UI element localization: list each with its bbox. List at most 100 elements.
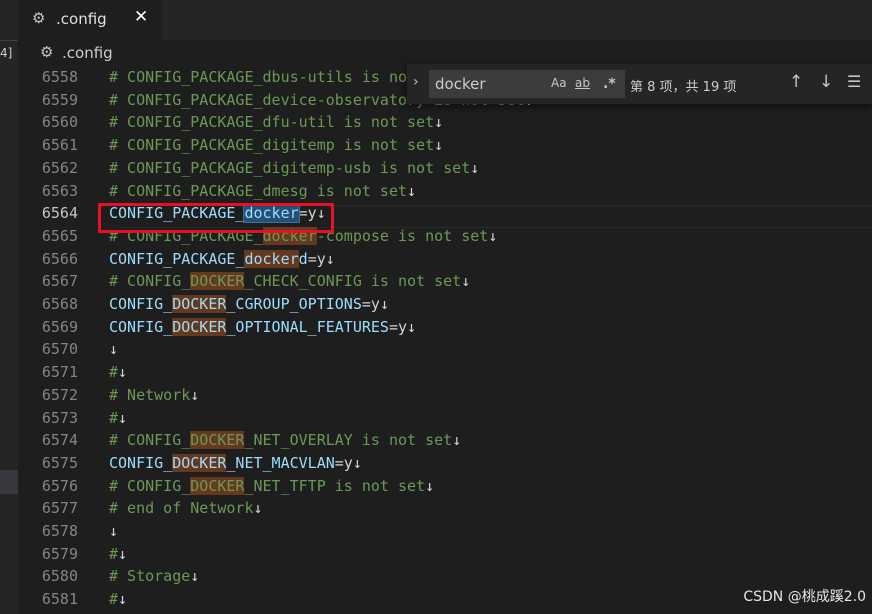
code-token: ↓: [253, 499, 263, 518]
code-token: # CONFIG_PACKAGE_digitemp is not set: [109, 136, 435, 155]
code-editor[interactable]: 6558 # CONFIG_PACKAGE_dbus-utils is not s…: [18, 66, 872, 614]
code-line[interactable]: 6578 ↓: [18, 520, 872, 543]
line-text[interactable]: # Storage↓: [109, 565, 199, 588]
line-text[interactable]: # CONFIG_PACKAGE_dmesg is not set↓: [109, 180, 416, 203]
code-line[interactable]: 6577 # end of Network↓: [18, 497, 872, 520]
code-line[interactable]: 6572 # Network↓: [18, 384, 872, 407]
line-number: 6579: [41, 544, 78, 563]
line-text[interactable]: CONFIG_DOCKER_NET_MACVLAN=y↓: [109, 452, 362, 475]
code-token: ↓: [118, 363, 128, 382]
line-text[interactable]: # CONFIG_PACKAGE_digitemp-usb is not set…: [109, 157, 479, 180]
code-token: _OPTIONAL_FEATURES: [226, 317, 389, 336]
code-token: #: [109, 408, 119, 427]
code-token: # CONFIG_PACKAGE_dfu-util is not set: [109, 113, 435, 132]
breadcrumb-label[interactable]: .config: [62, 44, 113, 62]
close-icon[interactable]: ✕: [134, 7, 148, 27]
breadcrumb[interactable]: ⚙ .config: [18, 40, 872, 66]
code-line[interactable]: 6571 #↓: [18, 361, 872, 384]
annotation-red-box: [98, 203, 334, 233]
code-line[interactable]: 6579 #↓: [18, 543, 872, 566]
line-text[interactable]: # CONFIG_PACKAGE_dbus-utils is not set: [109, 66, 452, 89]
code-line[interactable]: 6574 # CONFIG_DOCKER_NET_OVERLAY is not s…: [18, 429, 872, 452]
line-text[interactable]: ↓: [109, 338, 118, 361]
regex-toggle[interactable]: .*: [603, 76, 616, 92]
line-text[interactable]: #↓: [109, 361, 127, 384]
sidebar-divider: [0, 40, 18, 41]
code-token: =y: [361, 295, 380, 313]
code-line[interactable]: 6570 ↓: [18, 338, 872, 361]
gear-icon: ⚙: [32, 9, 46, 27]
line-number: 6580: [41, 567, 78, 586]
match-case-toggle[interactable]: Aa: [551, 76, 567, 90]
line-text[interactable]: # CONFIG_DOCKER_NET_TFTP is not set↓: [109, 475, 434, 498]
line-text[interactable]: # CONFIG_PACKAGE_dfu-util is not set↓: [109, 111, 443, 134]
watermark: CSDN @桃成蹊2.0: [743, 589, 866, 605]
line-number: 6576: [41, 476, 78, 495]
menu-lines-icon[interactable]: ☰: [847, 72, 861, 91]
code-token: _NET_OVERLAY is not set: [244, 431, 453, 450]
code-token: # CONFIG_: [109, 476, 191, 495]
code-line[interactable]: 6573 #↓: [18, 407, 872, 430]
code-line[interactable]: 6569 CONFIG_DOCKER_OPTIONAL_FEATURES=y↓: [18, 316, 872, 339]
code-token: # CONFIG_PACKAGE_digitemp-usb is not set: [109, 158, 471, 177]
chevron-right-icon[interactable]: ›: [413, 74, 419, 90]
code-line[interactable]: 6562 # CONFIG_PACKAGE_digitemp-usb is not…: [18, 157, 872, 180]
code-line[interactable]: 6563 # CONFIG_PACKAGE_dmesg is not set↓: [18, 180, 872, 203]
code-token: _NET_TFTP is not set: [244, 476, 426, 495]
code-token: -compose is not set: [316, 226, 489, 245]
code-token: ↓: [470, 158, 480, 177]
line-number: 6567: [41, 272, 78, 291]
code-line[interactable]: 6576 # CONFIG_DOCKER_NET_TFTP is not set↓: [18, 475, 872, 498]
line-number: 6575: [41, 453, 78, 472]
code-token: ↓: [434, 113, 444, 132]
code-token: # CONFIG_: [109, 431, 191, 450]
find-input[interactable]: [435, 74, 545, 94]
code-token: #: [109, 590, 119, 609]
code-line[interactable]: 6568 CONFIG_DOCKER_CGROUP_OPTIONS=y↓: [18, 293, 872, 316]
line-text[interactable]: CONFIG_DOCKER_CGROUP_OPTIONS=y↓: [109, 293, 389, 316]
line-text[interactable]: ↓: [109, 520, 118, 543]
code-token: ↓: [118, 544, 128, 563]
code-token: CONFIG_: [109, 295, 173, 313]
line-text[interactable]: # CONFIG_DOCKER_CHECK_CONFIG is not set↓: [109, 270, 470, 293]
code-line[interactable]: 6575 CONFIG_DOCKER_NET_MACVLAN=y↓: [18, 452, 872, 475]
arrow-down-icon[interactable]: ↓: [819, 72, 833, 92]
arrow-up-icon[interactable]: ↑: [789, 72, 803, 92]
code-line[interactable]: 6580 # Storage↓: [18, 565, 872, 588]
sidebar-partial-label: 4]: [0, 46, 13, 60]
code-token: =y: [307, 249, 326, 268]
line-number: 6558: [41, 68, 78, 86]
line-text[interactable]: #↓: [109, 543, 127, 566]
line-text[interactable]: # CONFIG_PACKAGE_digitemp is not set↓: [109, 134, 443, 157]
code-token: # end of Network: [109, 499, 254, 518]
line-number: 6560: [41, 113, 78, 132]
line-text[interactable]: #↓: [109, 588, 127, 611]
line-text[interactable]: # Network↓: [109, 384, 199, 407]
line-number: 6569: [41, 317, 78, 336]
code-line[interactable]: 6567 # CONFIG_DOCKER_CHECK_CONFIG is not …: [18, 270, 872, 293]
code-token: ↓: [407, 181, 417, 200]
line-text[interactable]: # end of Network↓: [109, 497, 263, 520]
code-token: ↓: [488, 226, 498, 245]
sidebar-selected-item[interactable]: [0, 470, 18, 494]
code-token: # CONFIG_PACKAGE_dmesg is not set: [109, 181, 408, 200]
line-text[interactable]: # CONFIG_DOCKER_NET_OVERLAY is not set↓: [109, 429, 461, 452]
line-number: 6565: [41, 226, 78, 245]
code-token: # CONFIG_: [109, 272, 191, 291]
code-token: # Storage: [109, 567, 191, 586]
line-number: 6566: [41, 249, 78, 268]
line-text[interactable]: CONFIG_PACKAGE_dockerd=y↓: [109, 248, 335, 271]
code-line[interactable]: 6561 # CONFIG_PACKAGE_digitemp is not set…: [18, 134, 872, 157]
code-token: d: [298, 249, 308, 268]
gear-icon: ⚙: [40, 43, 54, 61]
line-text[interactable]: #↓: [109, 407, 127, 430]
search-match: DOCKER: [190, 431, 245, 450]
code-line[interactable]: 6566 CONFIG_PACKAGE_dockerd=y↓: [18, 248, 872, 271]
tab-config[interactable]: ⚙ .config ✕: [18, 0, 162, 40]
code-line[interactable]: 6560 # CONFIG_PACKAGE_dfu-util is not set…: [18, 111, 872, 134]
code-token: _CGROUP_OPTIONS: [226, 295, 362, 313]
whole-word-toggle[interactable]: ab: [575, 76, 590, 90]
code-token: _NET_MACVLAN: [226, 453, 335, 472]
find-widget: › Aa ab .* 第 8 项，共 19 项 ↑ ↓ ☰: [407, 64, 872, 104]
line-text[interactable]: CONFIG_DOCKER_OPTIONAL_FEATURES=y↓: [109, 316, 416, 339]
